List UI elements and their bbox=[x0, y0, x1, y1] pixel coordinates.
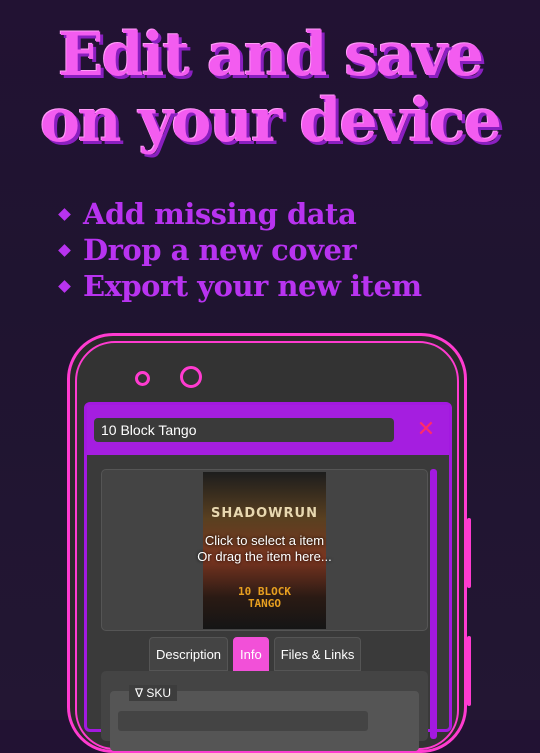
sku-input[interactable] bbox=[118, 711, 368, 731]
dropzone-line-1: Click to select a item bbox=[204, 533, 325, 548]
feature-list: Add missing data Drop a new cover Export… bbox=[58, 196, 422, 304]
close-button[interactable]: ✕ bbox=[413, 417, 439, 443]
dropzone-line-2: Or drag the item here... bbox=[197, 549, 332, 564]
tab-bar: Description Info Files & Links bbox=[149, 637, 362, 671]
diamond-bullet-icon bbox=[58, 243, 71, 257]
headline-line-1: Edit and save bbox=[57, 20, 484, 90]
cover-title-bottom-line-2: TANGO bbox=[247, 597, 282, 610]
volume-button bbox=[467, 518, 471, 588]
power-button bbox=[467, 636, 471, 706]
cover-title-top: SHADOWRUN bbox=[211, 506, 318, 521]
tab-files-links[interactable]: Files & Links bbox=[273, 637, 362, 671]
item-title-input[interactable]: 10 Block Tango bbox=[94, 418, 394, 442]
sku-legend-toggle[interactable]: ∇ SKU bbox=[129, 685, 178, 701]
headline-line-2: on your device bbox=[39, 86, 502, 156]
feature-item: Add missing data bbox=[58, 196, 422, 232]
camera-icon bbox=[180, 366, 202, 388]
info-panel: ∇ SKU bbox=[101, 671, 428, 751]
diamond-bullet-icon bbox=[58, 207, 71, 221]
dialog-title-bar: 10 Block Tango ✕ bbox=[87, 405, 449, 455]
feature-item: Export your new item bbox=[58, 268, 422, 304]
sensor-icon bbox=[135, 371, 150, 386]
feature-item: Drop a new cover bbox=[58, 232, 422, 268]
scrollbar[interactable] bbox=[430, 469, 437, 739]
tab-info[interactable]: Info bbox=[233, 637, 269, 671]
diamond-bullet-icon bbox=[58, 279, 71, 293]
feature-label: Drop a new cover bbox=[83, 233, 357, 267]
tab-description[interactable]: Description bbox=[149, 637, 229, 671]
cover-dropzone[interactable]: SHADOWRUN 10 BLOCK TANGO Click to select… bbox=[101, 469, 428, 631]
cover-title-bottom: 10 BLOCK TANGO bbox=[203, 586, 326, 610]
feature-label: Add missing data bbox=[83, 197, 357, 231]
feature-label: Export your new item bbox=[83, 269, 422, 303]
edit-item-dialog: 10 Block Tango ✕ SHADOWRUN 10 BLOCK TANG… bbox=[84, 402, 452, 751]
headline: Edit and save on your device bbox=[0, 22, 540, 154]
dropzone-instructions: Click to select a item Or drag the item … bbox=[102, 533, 427, 565]
